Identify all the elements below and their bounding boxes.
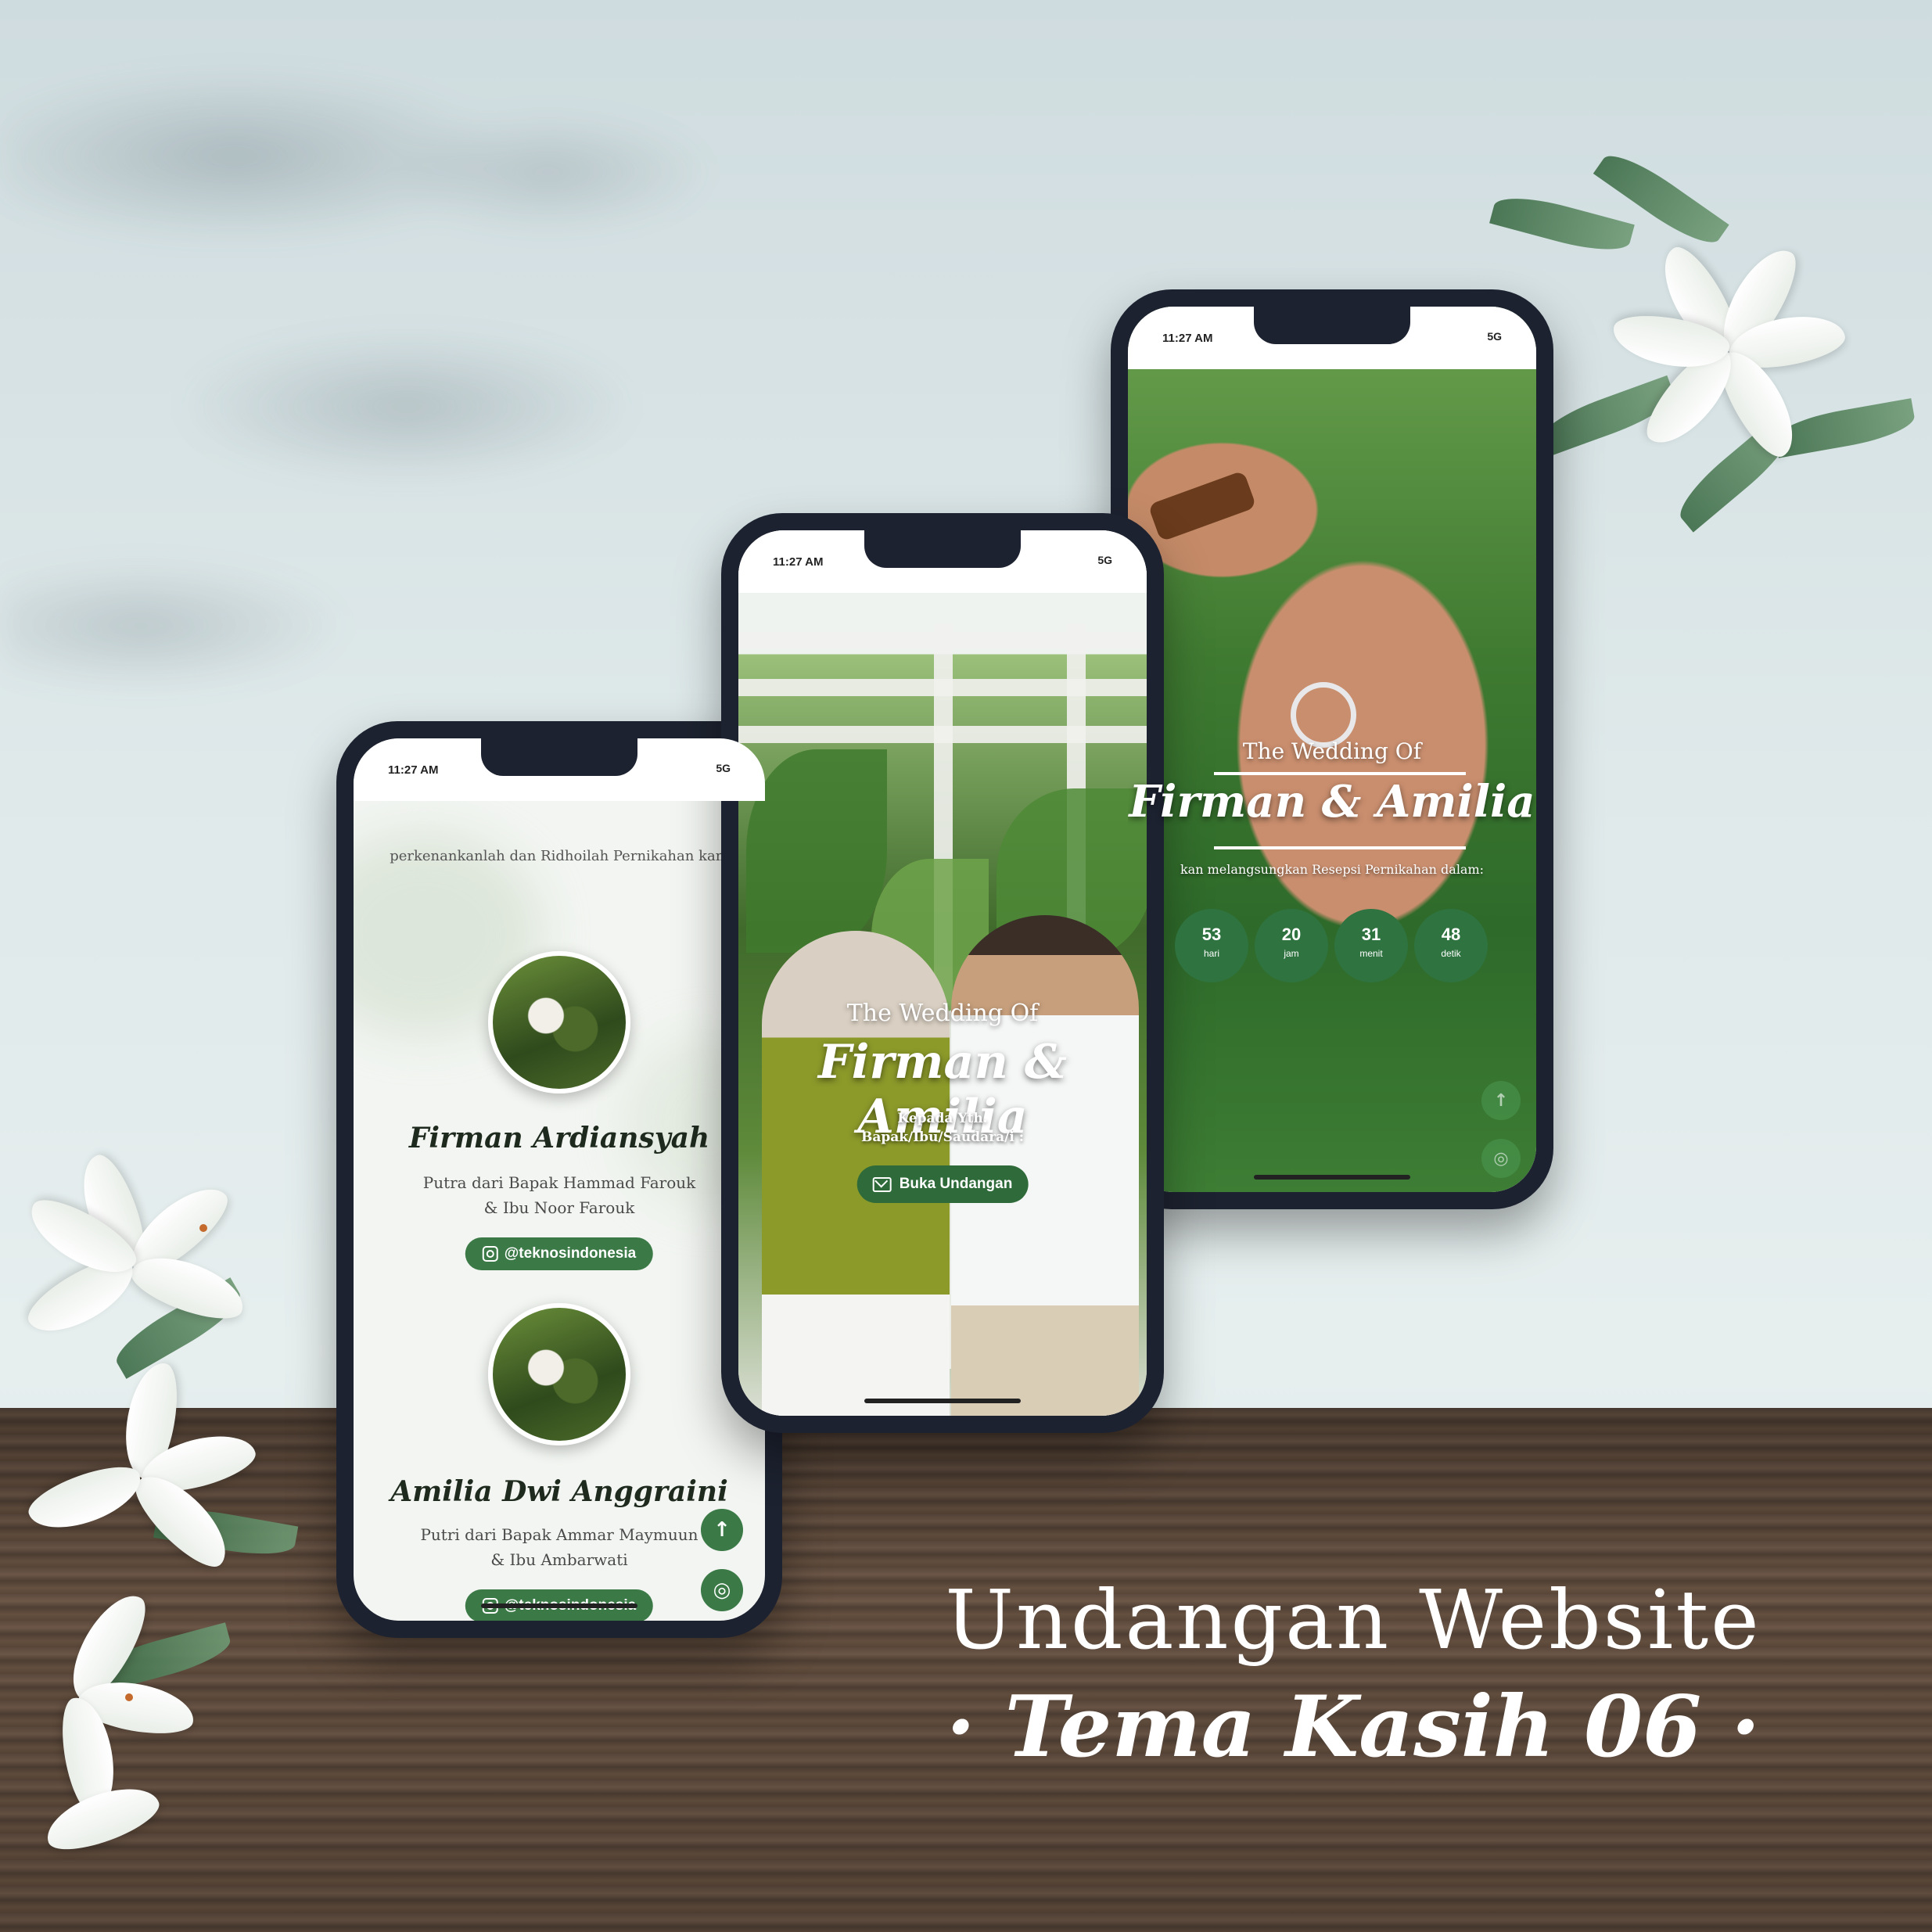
couple-names: Firman & Amilia (1129, 776, 1535, 828)
countdown-minutes: 31 menit (1334, 909, 1408, 982)
groom-parents-line-1: Putra dari Bapak Hammad Farouk (422, 1173, 696, 1192)
notch (1254, 307, 1410, 344)
music-toggle-button[interactable]: ◎ (701, 1569, 743, 1611)
guest-line-1: Kepada Yth. (897, 1111, 988, 1126)
intro-text: perkenankanlah dan Ridhoilah Pernikahan … (390, 848, 729, 864)
open-invitation-label: Buka Undangan (899, 1176, 1013, 1192)
lily-flower-bottom-left (0, 1111, 360, 1893)
countdown-days: 53 hari (1175, 909, 1248, 982)
countdown-unit: detik (1441, 948, 1461, 959)
countdown-unit: hari (1203, 948, 1219, 959)
home-indicator (1254, 1175, 1410, 1180)
scroll-up-button[interactable]: ↑ (701, 1509, 743, 1551)
divider-line (1214, 846, 1466, 849)
notch (481, 738, 637, 776)
countdown-screen: 11:27 AM 5G The Wedding Of Firman & Amil… (1128, 307, 1536, 1192)
wedding-title: The Wedding Of (846, 1000, 1039, 1027)
groom-instagram-button[interactable]: @teknosindonesia (465, 1237, 654, 1270)
arrow-up-icon: ↑ (1493, 1090, 1509, 1111)
groom-name: Firman Ardiansyah (408, 1122, 710, 1155)
wedding-title: The Wedding Of (1242, 738, 1422, 764)
countdown-value: 53 (1201, 925, 1222, 944)
countdown-hours: 20 jam (1255, 909, 1328, 982)
signal-indicator: 5G (1487, 330, 1502, 343)
countdown-value: 48 (1441, 925, 1461, 944)
music-icon: ◎ (713, 1578, 731, 1602)
divider-line (1214, 772, 1466, 775)
home-indicator (864, 1399, 1021, 1403)
bride-parents-line-2: & Ibu Ambarwati (490, 1550, 628, 1569)
instagram-handle: @teknosindonesia (504, 1245, 637, 1262)
phone-cover: 11:27 AM 5G The Wedding Of Firman & Amil… (721, 513, 1164, 1433)
guest-salutation: Kepada Yth. Bapak/Ibu/Saudara/i : (738, 1109, 1147, 1147)
bride-name: Amilia Dwi Anggraini (390, 1475, 728, 1508)
groom-avatar (488, 951, 630, 1093)
home-indicator (481, 1603, 637, 1608)
couple-garden-photo (738, 530, 1147, 1416)
scroll-up-button[interactable]: ↑ (1481, 1081, 1521, 1120)
status-time: 11:27 AM (388, 763, 439, 777)
countdown-unit: menit (1359, 948, 1383, 959)
open-invitation-button[interactable]: Buka Undangan (856, 1165, 1029, 1203)
instagram-icon (482, 1246, 498, 1262)
notch (864, 530, 1021, 568)
countdown-value: 20 (1281, 925, 1302, 944)
countdown-unit: jam (1284, 948, 1299, 959)
bride-avatar (488, 1303, 630, 1445)
watch (1147, 470, 1257, 542)
arrow-up-icon: ↑ (713, 1518, 731, 1542)
countdown-seconds: 48 detik (1414, 909, 1488, 982)
promo-scene: 11:27 AM 5G The Wedding Of Firman & Amil… (0, 0, 1932, 1932)
status-time: 11:27 AM (1162, 332, 1213, 345)
phone-countdown: 11:27 AM 5G The Wedding Of Firman & Amil… (1111, 289, 1553, 1209)
guest-line-2: Bapak/Ibu/Saudara/i : (860, 1129, 1025, 1145)
signal-indicator: 5G (1097, 554, 1112, 566)
status-time: 11:27 AM (773, 555, 824, 569)
signal-indicator: 5G (716, 762, 731, 774)
phone-couple-profile: 11:27 AM 5G perkenankanlah dan Ridhoilah… (336, 721, 782, 1638)
couple-profile-screen: 11:27 AM 5G perkenankanlah dan Ridhoilah… (354, 738, 765, 1621)
reception-subtitle: kan melangsungkan Resepsi Pernikahan dal… (1180, 862, 1485, 877)
groom-parents-line-2: & Ibu Noor Farouk (483, 1198, 635, 1217)
headline-theme: · Tema Kasih 06 · (946, 1678, 1761, 1776)
envelope-icon (872, 1176, 892, 1192)
countdown-value: 31 (1361, 925, 1381, 944)
music-toggle-button[interactable]: ◎ (1481, 1139, 1521, 1178)
music-icon: ◎ (1493, 1148, 1509, 1169)
cover-screen: 11:27 AM 5G The Wedding Of Firman & Amil… (738, 530, 1147, 1416)
headline-title: Undangan Website (945, 1572, 1761, 1668)
banana-leaf (746, 749, 887, 953)
